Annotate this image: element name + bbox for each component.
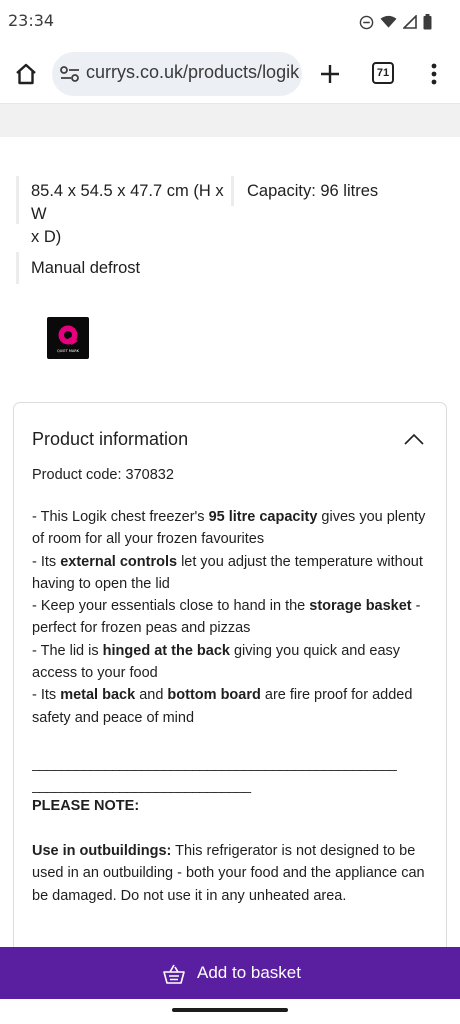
site-settings-icon[interactable] bbox=[59, 64, 81, 84]
product-information-title[interactable]: Product information bbox=[32, 429, 188, 450]
dnd-icon bbox=[359, 15, 374, 29]
page-top-band bbox=[0, 104, 460, 137]
spec-divider bbox=[16, 252, 19, 284]
address-bar[interactable]: currys.co.uk/products/logik bbox=[52, 52, 302, 96]
status-bar: 23:34 bbox=[0, 0, 460, 44]
plus-icon[interactable] bbox=[316, 60, 344, 88]
signal-icon bbox=[403, 15, 417, 29]
spec-divider bbox=[16, 176, 19, 224]
basket-icon bbox=[163, 964, 185, 984]
status-time: 23:34 bbox=[8, 11, 55, 30]
quiet-mark-logo: QUIET MARK bbox=[47, 317, 89, 359]
note-heading: PLEASE NOTE: bbox=[32, 798, 140, 814]
description-bullet: - Keep your essentials close to hand in … bbox=[32, 598, 421, 637]
description-bullet: - Its external controls let you adjust t… bbox=[32, 553, 423, 592]
product-description: - This Logik chest freezer's 95 litre ca… bbox=[32, 506, 434, 729]
note-label: Use in outbuildings: bbox=[32, 843, 172, 859]
quiet-mark-text: QUIET MARK bbox=[57, 349, 79, 353]
chevron-up-icon[interactable] bbox=[402, 431, 426, 447]
description-bullet: - Its metal back and bottom board are fi… bbox=[32, 687, 413, 726]
browser-toolbar: currys.co.uk/products/logik 71 bbox=[0, 44, 460, 104]
spec-dimensions-line1: 85.4 x 54.5 x 47.7 cm (H x W bbox=[31, 182, 224, 223]
description-bullet: - This Logik chest freezer's 95 litre ca… bbox=[32, 509, 426, 548]
spec-dimensions: 85.4 x 54.5 x 47.7 cm (H x W x D) bbox=[31, 180, 231, 249]
spec-dimensions-line2: x D) bbox=[31, 228, 62, 246]
gesture-nav-area bbox=[0, 999, 460, 1024]
wifi-icon bbox=[380, 15, 397, 28]
spec-capacity: Capacity: 96 litres bbox=[247, 182, 379, 200]
spec-defrost: Manual defrost bbox=[31, 259, 141, 277]
add-to-basket-button[interactable]: Add to basket bbox=[0, 947, 460, 999]
note-body: Use in outbuildings: This refrigerator i… bbox=[32, 840, 432, 907]
url-text[interactable]: currys.co.uk/products/logik bbox=[86, 62, 299, 83]
status-icons bbox=[359, 12, 432, 32]
separator-line: ________________________________________… bbox=[32, 755, 397, 771]
tabs-icon[interactable]: 71 bbox=[372, 62, 394, 84]
product-code: Product code: 370832 bbox=[32, 467, 174, 483]
product-information-panel: Product information Product code: 370832… bbox=[13, 402, 447, 962]
home-icon[interactable] bbox=[12, 60, 40, 88]
more-vert-icon[interactable] bbox=[424, 60, 444, 88]
battery-icon bbox=[423, 14, 432, 30]
description-bullet: - The lid is hinged at the back giving y… bbox=[32, 642, 401, 682]
add-to-basket-label[interactable]: Add to basket bbox=[197, 963, 301, 983]
gesture-handle[interactable] bbox=[172, 1008, 288, 1012]
separator-line: ______________________________ bbox=[32, 777, 251, 793]
spec-divider bbox=[231, 176, 234, 206]
